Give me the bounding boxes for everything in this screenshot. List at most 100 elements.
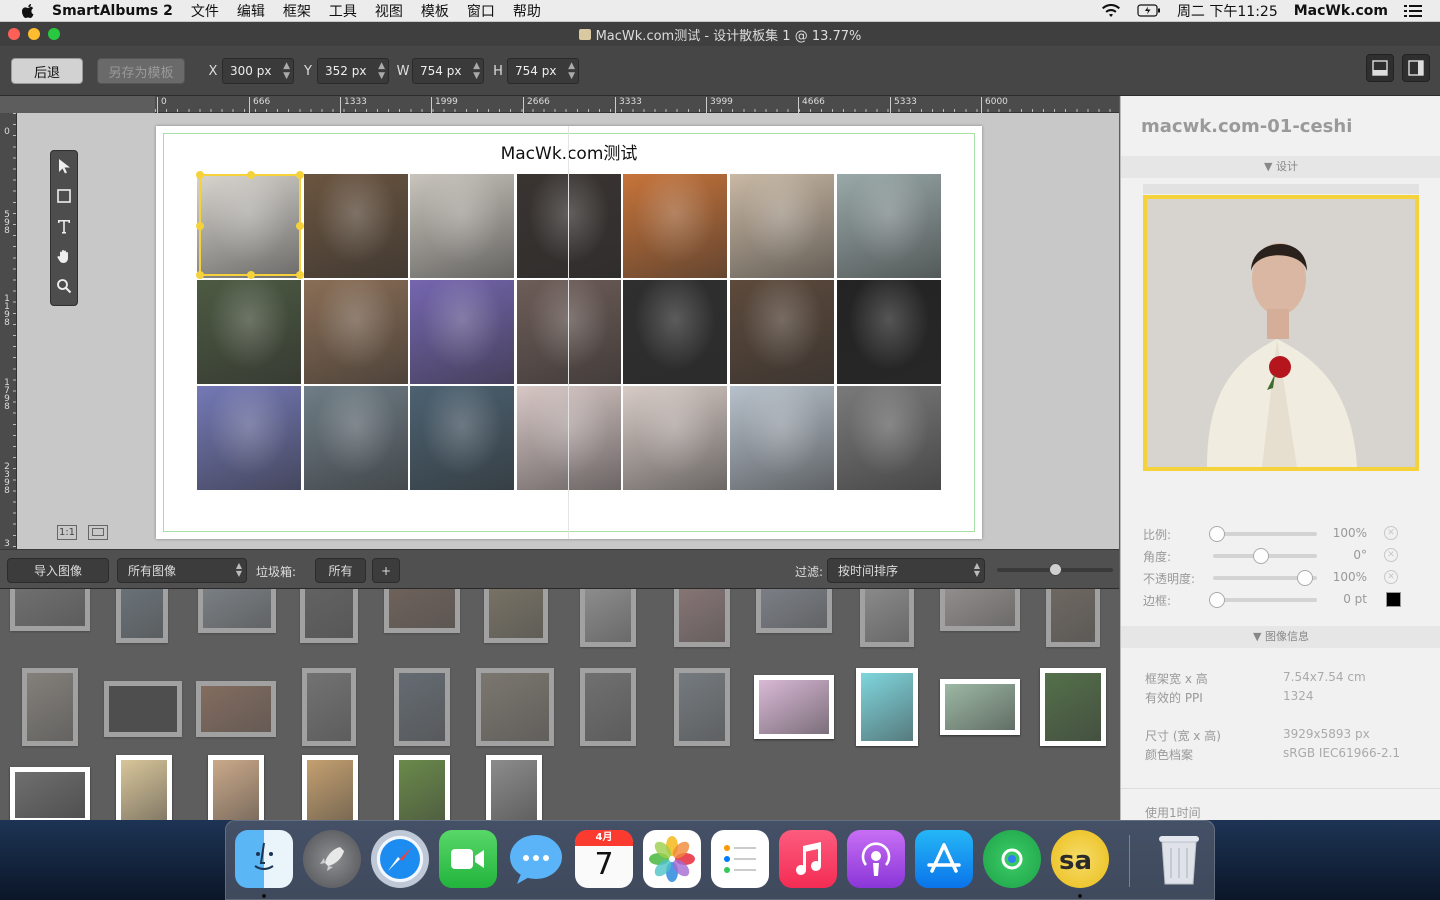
photo-frame[interactable] <box>837 280 941 384</box>
menu-window[interactable]: 窗口 <box>467 1 495 21</box>
angle-slider[interactable] <box>1213 548 1317 564</box>
bin-all-button[interactable]: 所有 <box>315 558 366 583</box>
music-icon[interactable] <box>779 830 837 888</box>
spread-title[interactable]: MacWk.com测试 <box>156 139 982 164</box>
browser-thumbnail[interactable] <box>754 675 834 739</box>
finder-icon[interactable] <box>235 830 293 888</box>
trash-icon[interactable] <box>1150 830 1208 888</box>
y-input[interactable]: 352 px ▲ ▼ <box>317 58 389 84</box>
browser-thumbnail[interactable] <box>104 681 182 737</box>
photo-frame[interactable] <box>304 174 408 278</box>
height-input[interactable]: 754 px ▲ ▼ <box>507 58 579 84</box>
browser-thumbnail[interactable] <box>580 668 636 746</box>
back-button[interactable]: 后退 <box>11 58 83 84</box>
menu-edit[interactable]: 编辑 <box>237 1 265 21</box>
x-input[interactable]: 300 px ▲ ▼ <box>222 58 294 84</box>
resize-handle-bc[interactable] <box>247 271 255 279</box>
browser-thumbnail[interactable] <box>856 668 918 746</box>
browser-thumbnail[interactable] <box>1046 589 1100 647</box>
browser-thumbnail[interactable] <box>208 755 264 820</box>
design-canvas[interactable]: MacWk.com测试 1:1 <box>17 113 1119 549</box>
photo-frame[interactable] <box>623 280 727 384</box>
add-bin-button[interactable]: + <box>372 558 400 583</box>
zoom-window-button[interactable] <box>48 28 60 40</box>
x-stepper[interactable]: ▲ ▼ <box>283 61 290 81</box>
facetime-icon[interactable] <box>439 830 497 888</box>
scale-slider[interactable] <box>1209 526 1317 542</box>
calendar-icon[interactable]: 4月 7 <box>575 830 633 888</box>
photo-frame[interactable] <box>517 280 621 384</box>
reset-scale-icon[interactable]: ✕ <box>1384 526 1398 540</box>
photo-frame[interactable] <box>197 280 301 384</box>
sort-select[interactable]: 按时间排序 ▲ ▼ <box>827 558 985 583</box>
menu-frame[interactable]: 框架 <box>283 1 311 21</box>
border-knob[interactable] <box>1209 592 1225 608</box>
photo-frame[interactable] <box>730 280 834 384</box>
launchpad-icon[interactable] <box>303 830 361 888</box>
frame-tool-icon[interactable] <box>51 181 77 211</box>
browser-thumbnail[interactable] <box>302 668 356 746</box>
opacity-slider[interactable] <box>1213 570 1317 586</box>
toggle-browser-button[interactable] <box>1366 54 1394 82</box>
text-tool-icon[interactable] <box>51 211 77 241</box>
battery-icon[interactable] <box>1137 4 1161 17</box>
browser-thumbnail[interactable] <box>476 668 554 746</box>
angle-knob[interactable] <box>1253 548 1269 564</box>
photo-frame[interactable] <box>304 280 408 384</box>
import-images-button[interactable]: 导入图像 <box>7 558 109 583</box>
photo-frame[interactable] <box>304 386 408 490</box>
photo-frame[interactable] <box>517 386 621 490</box>
photo-frame[interactable] <box>730 386 834 490</box>
browser-thumbnail[interactable] <box>384 589 460 633</box>
browser-thumbnail[interactable] <box>116 589 168 643</box>
resize-handle-tl[interactable] <box>196 171 204 179</box>
resize-handle-br[interactable] <box>296 271 304 279</box>
toggle-inspector-button[interactable] <box>1402 54 1430 82</box>
podcasts-icon[interactable] <box>847 830 905 888</box>
actual-size-button[interactable]: 1:1 <box>57 525 77 540</box>
close-window-button[interactable] <box>8 28 20 40</box>
select-tool-icon[interactable] <box>51 151 77 181</box>
save-as-template-button[interactable]: 另存为模板 <box>97 58 185 84</box>
border-color-swatch[interactable] <box>1386 592 1401 607</box>
browser-thumbnail[interactable] <box>940 679 1020 735</box>
photo-frame[interactable] <box>623 174 727 278</box>
app-menu[interactable]: SmartAlbums 2 <box>52 3 173 19</box>
menu-help[interactable]: 帮助 <box>513 1 541 21</box>
resize-handle-tc[interactable] <box>247 171 255 179</box>
thumbnail-size-knob[interactable] <box>1048 563 1062 576</box>
browser-thumbnail[interactable] <box>302 755 358 820</box>
browser-thumbnail[interactable] <box>300 589 358 643</box>
browser-thumbnail[interactable] <box>198 589 276 633</box>
browser-thumbnail[interactable] <box>486 755 542 820</box>
photo-frame[interactable] <box>410 280 514 384</box>
menu-view[interactable]: 视图 <box>375 1 403 21</box>
resize-handle-ml[interactable] <box>196 222 204 230</box>
h-stepper[interactable]: ▲ ▼ <box>568 61 575 81</box>
opacity-knob[interactable] <box>1297 570 1313 586</box>
resize-handle-mr[interactable] <box>296 222 304 230</box>
smartalbums-icon[interactable]: sa <box>1051 830 1109 888</box>
browser-thumbnail[interactable] <box>1040 668 1106 746</box>
photo-frame[interactable] <box>623 386 727 490</box>
selection-frame[interactable] <box>196 171 304 279</box>
width-input[interactable]: 754 px ▲ ▼ <box>412 58 484 84</box>
minimize-window-button[interactable] <box>28 28 40 40</box>
image-source-select[interactable]: 所有图像 ▲ ▼ <box>117 558 247 583</box>
w-stepper[interactable]: ▲ ▼ <box>473 61 480 81</box>
browser-thumbnail[interactable] <box>674 668 730 746</box>
browser-thumbnail[interactable] <box>484 589 548 643</box>
browser-thumbnail[interactable] <box>674 589 730 647</box>
photo-frame[interactable] <box>197 386 301 490</box>
design-section-header[interactable]: ▼ 设计 <box>1121 156 1440 178</box>
browser-thumbnail[interactable] <box>116 755 172 820</box>
browser-thumbnail[interactable] <box>394 668 450 746</box>
reset-angle-icon[interactable]: ✕ <box>1384 548 1398 562</box>
menu-tools[interactable]: 工具 <box>329 1 357 21</box>
hand-tool-icon[interactable] <box>51 241 77 271</box>
menu-templates[interactable]: 模板 <box>421 1 449 21</box>
browser-thumbnail[interactable] <box>580 589 636 647</box>
thumbnail-size-slider[interactable] <box>997 563 1113 576</box>
wifi-icon[interactable] <box>1101 3 1121 18</box>
zoom-tool-icon[interactable] <box>51 271 77 301</box>
